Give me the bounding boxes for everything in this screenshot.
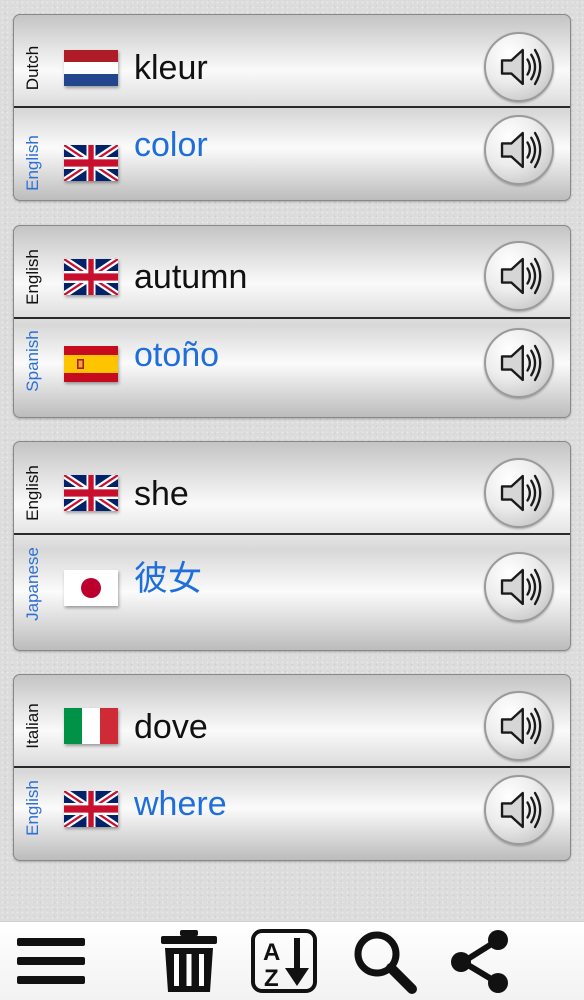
flag-jp-icon <box>64 570 118 606</box>
speaker-icon[interactable] <box>484 552 554 622</box>
menu-icon[interactable] <box>14 926 88 996</box>
translation-card[interactable]: Dutch kleur English color <box>13 14 571 201</box>
word-text: autumn <box>134 258 248 296</box>
secondary-row[interactable]: Japanese 彼女 <box>14 535 570 650</box>
translation-card[interactable]: English autumn Spanish otoño <box>13 225 571 418</box>
speaker-icon[interactable] <box>484 241 554 311</box>
language-label: English <box>23 249 42 305</box>
translation-text: 彼女 <box>134 560 202 598</box>
language-label: Japanese <box>23 547 42 621</box>
flag-uk-icon <box>64 791 118 827</box>
primary-row[interactable]: Dutch kleur <box>14 15 570 106</box>
speaker-icon[interactable] <box>484 775 554 845</box>
translation-text: color <box>134 126 208 164</box>
primary-row[interactable]: Italian dove <box>14 675 570 766</box>
sort-az-icon[interactable]: A Z <box>250 926 320 996</box>
speaker-icon[interactable] <box>484 32 554 102</box>
speaker-icon[interactable] <box>484 328 554 398</box>
speaker-icon[interactable] <box>484 458 554 528</box>
flag-es-icon <box>64 346 118 382</box>
language-label: Italian <box>23 703 42 749</box>
bottom-toolbar: A Z <box>0 921 584 1000</box>
translation-card[interactable]: English she Japanese 彼女 <box>13 441 571 651</box>
speaker-icon[interactable] <box>484 691 554 761</box>
flag-it-icon <box>64 708 118 744</box>
translation-text: where <box>134 785 227 823</box>
language-label: English <box>23 465 42 521</box>
svg-text:A: A <box>263 939 280 966</box>
language-label: Dutch <box>23 45 42 91</box>
language-label: English <box>23 780 42 836</box>
primary-row[interactable]: English she <box>14 442 570 533</box>
language-label: English <box>23 135 42 191</box>
share-icon[interactable] <box>446 926 514 996</box>
translation-card[interactable]: Italian dove English where <box>13 674 571 861</box>
word-text: she <box>134 475 189 513</box>
language-label: Spanish <box>23 330 42 392</box>
speaker-icon[interactable] <box>484 115 554 185</box>
word-text: kleur <box>134 49 208 87</box>
search-icon[interactable] <box>350 926 420 996</box>
word-text: dove <box>134 708 208 746</box>
flag-nl-icon <box>64 50 118 86</box>
secondary-row[interactable]: English where <box>14 768 570 860</box>
secondary-row[interactable]: Spanish otoño <box>14 319 570 417</box>
trash-icon[interactable] <box>158 926 220 996</box>
primary-row[interactable]: English autumn <box>14 226 570 317</box>
svg-text:Z: Z <box>264 965 279 992</box>
flag-uk-icon <box>64 259 118 295</box>
flag-uk-icon <box>64 475 118 511</box>
translation-text: otoño <box>134 336 220 374</box>
secondary-row[interactable]: English color <box>14 108 570 200</box>
flag-uk-icon <box>64 145 118 181</box>
